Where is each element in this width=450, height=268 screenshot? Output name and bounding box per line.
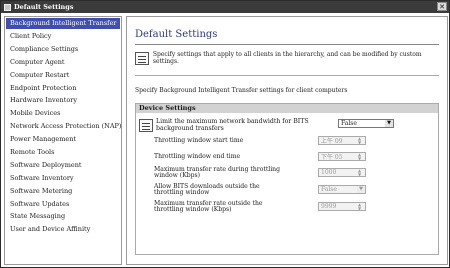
start-time-stepper[interactable]: 上午 09 ▲ ▼ xyxy=(318,136,366,145)
sidebar-item-software-updates[interactable]: Software Updates xyxy=(5,198,121,211)
window-title: Default Settings xyxy=(14,3,74,11)
group-header: Device Settings xyxy=(136,104,438,113)
max-rate-during-label: Maximum transfer rate during throttling … xyxy=(154,166,280,180)
sidebar-item-computer-restart[interactable]: Computer Restart xyxy=(5,69,121,82)
sidebar-item-software-deployment[interactable]: Software Deployment xyxy=(5,159,121,172)
sidebar-item-endpoint-protection[interactable]: Endpoint Protection xyxy=(5,82,121,95)
select-value: False xyxy=(321,186,337,193)
chevron-down-icon: ▼ xyxy=(357,186,365,193)
section-divider xyxy=(135,75,439,76)
max-rate-outside-stepper[interactable]: 9999 ▲ ▼ xyxy=(318,202,366,211)
stepper-arrows-icon: ▲ ▼ xyxy=(358,168,362,177)
limit-bandwidth-label: Limit the maximum network bandwidth for … xyxy=(156,118,309,132)
sidebar: Background Intelligent Transfer Client P… xyxy=(4,16,122,265)
settings-list-icon xyxy=(139,119,153,132)
max-rate-outside-label: Maximum transfer rate outside the thrott… xyxy=(154,200,263,214)
specify-text: Specify Background Intelligent Transfer … xyxy=(135,87,348,94)
stepper-arrows-icon: ▲ ▼ xyxy=(358,152,362,161)
sidebar-item-remote-tools[interactable]: Remote Tools xyxy=(5,146,121,159)
device-settings-group: Device Settings Limit the maximum networ… xyxy=(135,103,439,255)
sidebar-item-software-metering[interactable]: Software Metering xyxy=(5,185,121,198)
settings-list-icon xyxy=(135,51,149,65)
sidebar-item-network-access-protection[interactable]: Network Access Protection (NAP) xyxy=(5,120,121,133)
content-panel: Default Settings Specify settings that a… xyxy=(126,16,448,265)
window-icon xyxy=(4,3,11,11)
settings-window: Default Settings ✕ Background Intelligen… xyxy=(0,0,450,268)
stepper-value: 下午 05 xyxy=(321,154,343,161)
limit-bandwidth-row: Limit the maximum network bandwidth for … xyxy=(139,118,316,132)
max-rate-during-stepper[interactable]: 1000 ▲ ▼ xyxy=(318,168,366,177)
select-value: False xyxy=(341,120,357,127)
sidebar-item-mobile-devices[interactable]: Mobile Devices xyxy=(5,107,121,120)
stepper-value: 9999 xyxy=(321,203,337,210)
stepper-arrows-icon: ▲ ▼ xyxy=(358,202,362,211)
stepper-value: 上午 09 xyxy=(321,138,343,145)
sidebar-item-compliance-settings[interactable]: Compliance Settings xyxy=(5,43,121,56)
title-divider xyxy=(135,44,439,45)
end-time-stepper[interactable]: 下午 05 ▲ ▼ xyxy=(318,152,366,161)
end-time-label: Throttling window end time xyxy=(154,153,241,160)
close-button[interactable]: ✕ xyxy=(437,2,447,11)
info-text: Specify settings that apply to all clien… xyxy=(152,51,422,65)
page-title: Default Settings xyxy=(135,29,218,40)
stepper-arrows-icon: ▲ ▼ xyxy=(358,136,362,145)
sidebar-item-software-inventory[interactable]: Software Inventory xyxy=(5,172,121,185)
stepper-value: 1000 xyxy=(321,169,337,176)
limit-bandwidth-select[interactable]: False ▼ xyxy=(338,119,394,128)
allow-outside-select[interactable]: False ▼ xyxy=(318,185,366,194)
info-row: Specify settings that apply to all clien… xyxy=(135,51,447,65)
sidebar-item-background-intelligent-transfer[interactable]: Background Intelligent Transfer xyxy=(6,18,120,29)
start-time-label: Throttling window start time xyxy=(154,137,244,144)
sidebar-item-client-policy[interactable]: Client Policy xyxy=(5,30,121,43)
chevron-down-icon: ▼ xyxy=(385,120,393,127)
sidebar-item-power-management[interactable]: Power Management xyxy=(5,133,121,146)
sidebar-item-state-messaging[interactable]: State Messaging xyxy=(5,210,121,223)
sidebar-item-computer-agent[interactable]: Computer Agent xyxy=(5,56,121,69)
sidebar-item-hardware-inventory[interactable]: Hardware Inventory xyxy=(5,94,121,107)
allow-outside-label: Allow BITS downloads outside the throttl… xyxy=(154,183,260,197)
title-bar: Default Settings ✕ xyxy=(1,1,449,13)
sidebar-item-user-and-device-affinity[interactable]: User and Device Affinity xyxy=(5,223,121,236)
